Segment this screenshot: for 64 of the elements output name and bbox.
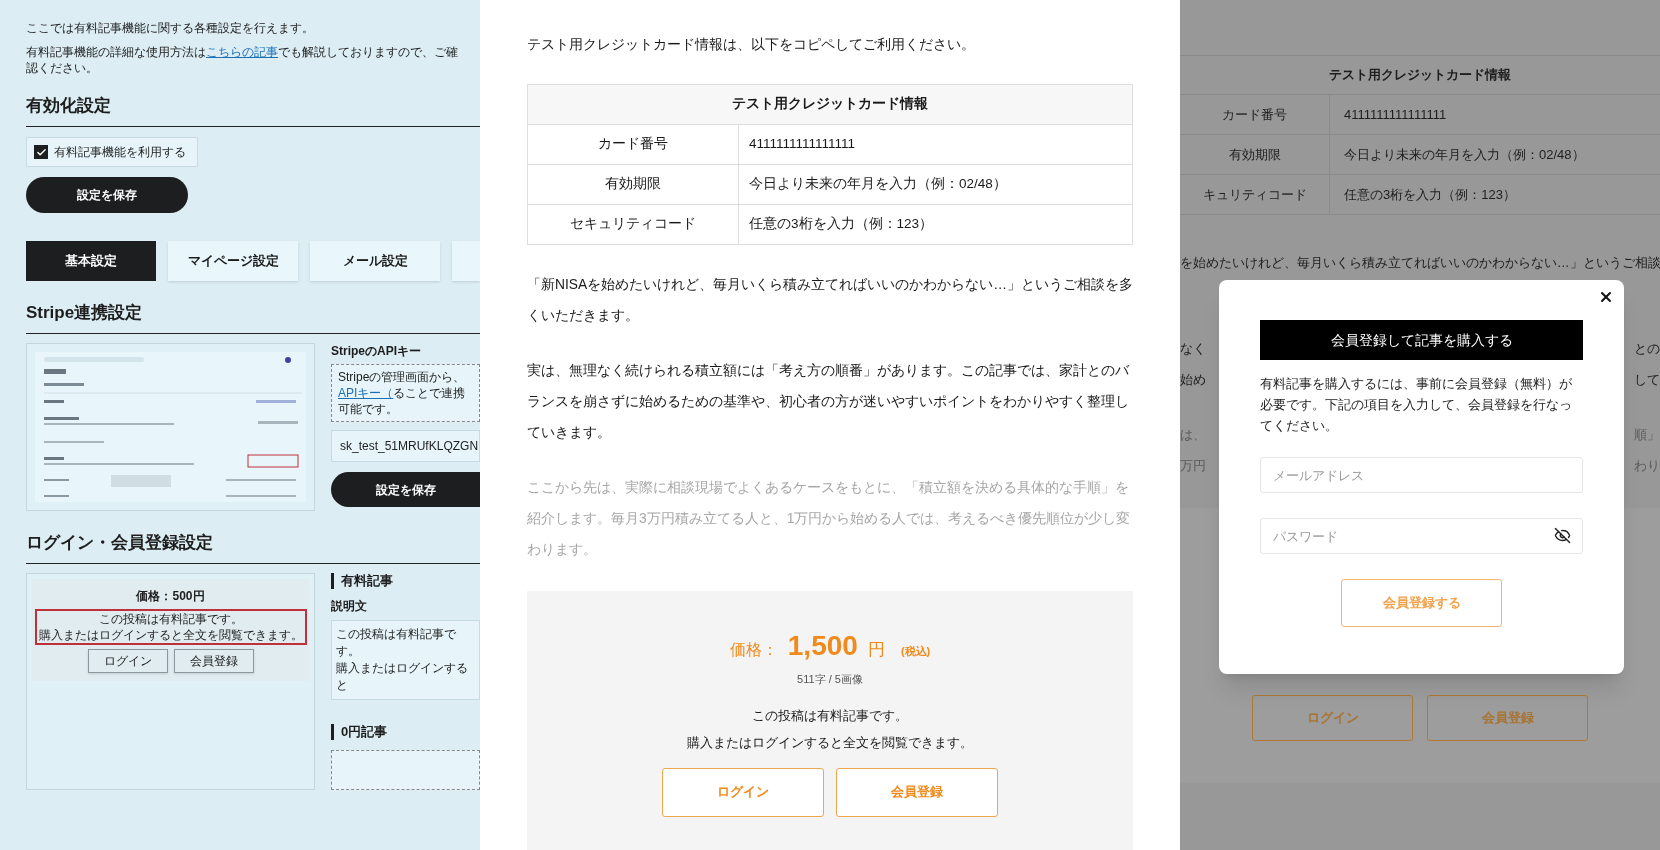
- body-text: 始め: [1180, 371, 1206, 389]
- checkbox-field[interactable]: 有料記事機能を利用する: [26, 137, 198, 167]
- table-cell-text: 4111111111111111: [748, 135, 857, 154]
- field-label: 説明文: [331, 598, 368, 615]
- api-key-field[interactable]: sk_test_51MRUfKLQZGN: [331, 430, 480, 462]
- body-paragraph: 「新NISAを始めたいけれど、毎月いくら積み立てればいいのかわからない…」というご相談を多くいただきます。: [527, 276, 1133, 325]
- description-field[interactable]: この投稿は有料記事です。 購入またはログインすると: [331, 620, 480, 700]
- table-cell-text: 任意の3桁を入力（例：123）: [748, 215, 935, 234]
- api-key-link[interactable]: APIキー（: [338, 386, 394, 400]
- body-text: は、: [1180, 426, 1206, 444]
- article-link[interactable]: こちらの記事: [206, 45, 278, 59]
- tax-note: (税込): [900, 644, 931, 659]
- table-cell: 有効期限: [528, 165, 739, 204]
- preview-price: 価格：500円: [136, 588, 205, 605]
- tab[interactable]: メール設定: [310, 241, 440, 281]
- price-amount: 1,500: [787, 629, 858, 663]
- table-cell: カード番号: [528, 125, 739, 164]
- table-cell: 有効期限: [1180, 135, 1330, 174]
- body-paragraph: 実は、無理なく続けられる積立額には「考え方の順番」があります。この記事では、家計とのバランスを崩さずに始めるための基準や、初心者の方が迷いやすいポイントをわかりやすく整理していきます。: [527, 362, 1130, 442]
- table-cell-text: 今日より未来の年月を入力（例：02/48）: [748, 175, 1008, 194]
- preview-notice: 購入またはログインすると全文を閲覧できます。: [38, 627, 303, 643]
- table-header: テスト用クレジットカード情報: [528, 85, 1132, 124]
- text-area[interactable]: [331, 750, 480, 790]
- body-text: を始めたいけれど、毎月いくら積み立てればいいのかわからない…」というご相談: [1180, 255, 1660, 272]
- paywall-notice: 購入またはログインすると全文を閲覧できます。: [687, 733, 973, 752]
- email-field[interactable]: メールアドレス: [1260, 457, 1583, 493]
- table-cell-text: 任意の3桁を入力（例：123）: [1343, 185, 1517, 204]
- article-stats: 511字 / 5画像: [797, 672, 863, 687]
- description-line: この投稿は有料記事です。: [336, 626, 457, 660]
- table-header: テスト用クレジットカード情報: [1328, 66, 1512, 85]
- table-cell: カード番号: [1180, 95, 1330, 134]
- section-heading: Stripe連携設定: [26, 302, 144, 324]
- checkbox[interactable]: [34, 145, 48, 159]
- paywall-notice: この投稿は有料記事です。: [752, 706, 908, 725]
- close-icon: [1598, 289, 1614, 305]
- field-title: StripeのAPIキー: [331, 343, 422, 359]
- table-cell-text: 今日より未来の年月を入力（例：02/48）: [1343, 145, 1586, 164]
- intro-text: ここでは有料記事機能に関する各種設定を行えます。: [26, 20, 315, 36]
- body-text: わり: [1634, 457, 1660, 475]
- save-button[interactable]: 設定を保存: [331, 472, 480, 507]
- price-label: 価格：: [729, 640, 778, 660]
- body-text: して: [1634, 371, 1660, 389]
- tab[interactable]: マイページ設定: [168, 241, 298, 281]
- body-text: との: [1634, 340, 1660, 358]
- check-icon: [35, 146, 47, 158]
- dialog-description: 有料記事を購入するには、事前に会員登録（無料）が必要です。下記の項目を入力して、会員登録を行なってください。: [1260, 376, 1573, 435]
- intro-text: テスト用クレジットカード情報は、以下をコピペしてご利用ください。: [527, 36, 976, 54]
- password-field[interactable]: パスワード: [1260, 518, 1583, 554]
- price-unit: 円: [867, 639, 885, 661]
- body-paragraph: ここから先は、実際に相談現場でよくあるケースをもとに、「積立額を決める具体的な手順」を紹介します。毎月3万円積み立てる人と、1万円から始める人では、考えるべき優先順位が少し変わります。: [527, 479, 1132, 559]
- dialog-title: 会員登録して記事を購入する: [1260, 320, 1583, 360]
- preview-notice: この投稿は有料記事です。: [98, 611, 243, 627]
- table-cell: キュリティコード: [1180, 175, 1330, 214]
- description-line: 購入またはログインすると: [336, 660, 469, 694]
- hidden-eye-icon[interactable]: [1554, 527, 1571, 544]
- help-text: Stripeの管理画面から、 APIキー（ることで連携可能です。: [331, 364, 480, 422]
- tab[interactable]: 基本設定: [26, 241, 156, 281]
- table-cell-text: 4111111111111111: [1343, 105, 1448, 124]
- save-button[interactable]: 設定を保存: [26, 177, 188, 213]
- body-text: なく: [1180, 340, 1206, 358]
- table-cell: セキュリティコード: [528, 205, 739, 244]
- guide-text: 有料記事機能の詳細な使用方法はこちらの記事でも解説しておりますので、ご確認ください。: [26, 44, 459, 76]
- section-heading: ログイン・会員登録設定: [26, 532, 214, 554]
- section-heading: 有効化設定: [26, 95, 112, 117]
